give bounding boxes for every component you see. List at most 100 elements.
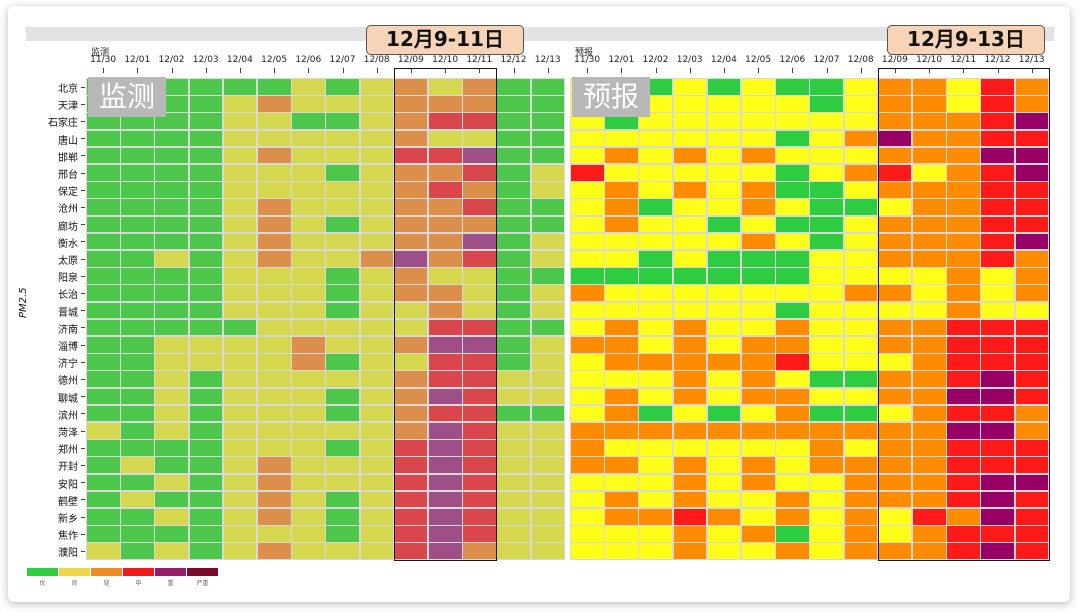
heatmap-cell [706,215,742,234]
heatmap-cell [428,301,463,320]
heatmap-cell [428,490,463,509]
city-label: 阳泉 [58,273,78,285]
heatmap-cell [877,284,913,303]
x-tick [205,68,207,73]
heatmap-cell [86,232,121,251]
heatmap-cell [188,250,224,268]
heatmap-cell [809,490,845,509]
heatmap-cell [86,490,121,509]
heatmap-cell [120,387,155,406]
heatmap-cell [359,336,395,354]
heatmap-cell [638,525,674,543]
y-tick [81,224,85,226]
heatmap-cell [222,370,258,389]
heatmap-cell [120,250,155,268]
heatmap-cell [257,439,292,457]
heatmap-cell [604,404,639,423]
heatmap-cell [1014,112,1050,131]
heatmap-cell [393,112,429,131]
heatmap-cell [462,336,497,354]
heatmap-cell [496,164,532,182]
heatmap-cell [946,336,981,354]
heatmap-cell [775,353,810,371]
heatmap-cell [912,284,947,303]
heatmap-cell [672,78,708,96]
heatmap-cell [120,164,155,182]
heatmap-cell [257,456,292,475]
heatmap-cell [809,439,845,457]
heatmap-cell [775,215,810,234]
heatmap-cell [530,301,566,320]
heatmap-cell [120,370,155,389]
heatmap-cell [222,181,258,199]
date-label: 12/10 [916,55,943,65]
heatmap-cell [980,336,1016,354]
x-tick [410,68,412,73]
heatmap-cell [120,181,155,199]
heatmap-cell [809,456,845,475]
heatmap-cell [530,250,566,268]
city-label: 晋城 [58,307,78,319]
heatmap-cell [741,370,776,389]
heatmap-cell [946,164,981,182]
heatmap-cell [291,490,326,509]
city-label: 唐山 [58,135,78,147]
y-tick [81,413,85,415]
heatmap-cell [570,456,605,475]
y-tick [81,189,85,191]
heatmap-cell [530,336,566,354]
heatmap-cell [462,422,497,440]
heatmap-cell [359,250,395,268]
heatmap-cell [706,370,742,389]
heatmap-cell [291,387,326,406]
date-label: 12/02 [158,55,185,65]
heatmap-cell [120,198,155,217]
heatmap-cell [877,301,913,320]
date-label: 12/03 [192,55,219,65]
heatmap-cell [496,267,532,285]
heatmap-cell [462,318,497,337]
date-label: 12/05 [745,55,772,65]
heatmap-cell [291,336,326,354]
heatmap-cell [980,422,1016,440]
heatmap-cell [775,525,810,543]
heatmap-cell [912,301,947,320]
heatmap-cell [604,318,639,337]
heatmap-cell [741,525,776,543]
heatmap-cell [257,129,292,148]
heatmap-cell [530,318,566,337]
heatmap-cell [741,146,776,165]
heatmap-cell [638,250,674,268]
heatmap-cell [775,284,810,303]
heatmap-cell [672,112,708,131]
heatmap-cell [638,146,674,165]
x-tick [860,68,862,73]
heatmap-cell [775,112,810,131]
heatmap-cell [775,542,810,561]
x-tick [479,68,481,73]
city-label: 濮阳 [58,548,78,560]
heatmap-cell [222,422,258,440]
heatmap-cell [877,508,913,526]
heatmap-cell [980,250,1016,268]
heatmap-cell [222,164,258,182]
heatmap-cell [843,439,879,457]
heatmap-cell [154,473,190,492]
heatmap-cell [393,284,429,303]
heatmap-cell [809,250,845,268]
heatmap-cell [1014,336,1050,354]
heatmap-cell [428,215,463,234]
x-tick [137,68,139,73]
heatmap-cell [257,422,292,440]
heatmap-cell [359,267,395,285]
heatmap-cell [496,146,532,165]
heatmap-cell [428,525,463,543]
heatmap-cell [912,146,947,165]
heatmap-cell [843,353,879,371]
heatmap-cell [912,336,947,354]
heatmap-cell [775,78,810,96]
heatmap-cell [912,439,947,457]
heatmap-cell [393,198,429,217]
heatmap-cell [1014,181,1050,199]
y-tick [81,258,85,260]
